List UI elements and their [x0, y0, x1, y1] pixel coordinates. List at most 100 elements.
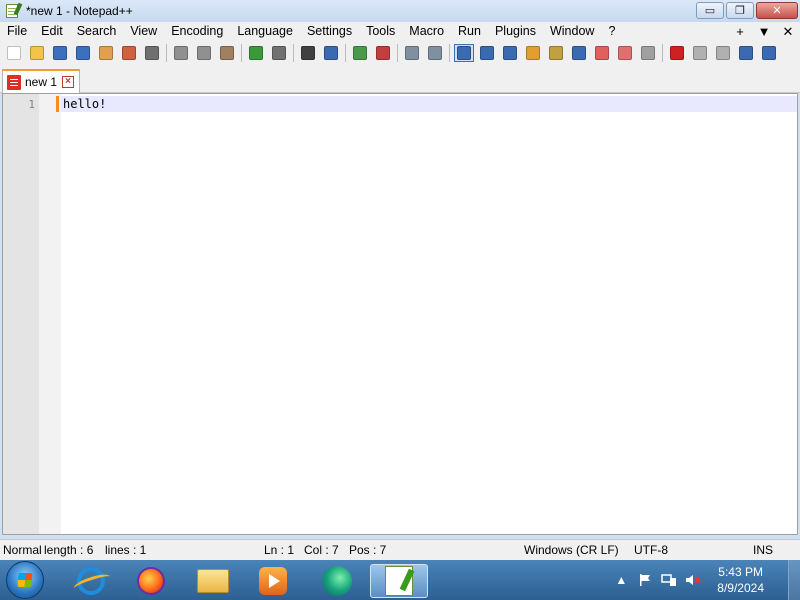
- redo-button[interactable]: [269, 44, 289, 62]
- open-file-icon: [30, 46, 44, 60]
- close-button[interactable]: ✕: [756, 2, 798, 19]
- zoom-in-button[interactable]: [350, 44, 370, 62]
- stop-macro-button[interactable]: [690, 44, 710, 62]
- clock-date: 8/9/2024: [717, 581, 764, 595]
- close-document-button[interactable]: ✕: [776, 22, 800, 41]
- taskbar-edge[interactable]: [308, 564, 366, 598]
- sync-vertical-icon: [405, 46, 419, 60]
- menu-window[interactable]: Window: [543, 22, 601, 41]
- sync-horizontal-button[interactable]: [425, 44, 445, 62]
- monitoring-button[interactable]: [638, 44, 658, 62]
- taskbar-firefox[interactable]: [122, 564, 180, 598]
- save-macro-button[interactable]: [759, 44, 779, 62]
- save-button[interactable]: [50, 44, 70, 62]
- run-macro-multiple-button[interactable]: [736, 44, 756, 62]
- taskbar-file-explorer[interactable]: [184, 564, 242, 598]
- zoom-in-icon: [353, 46, 367, 60]
- new-file-button[interactable]: [4, 44, 24, 62]
- save-macro-icon: [762, 46, 776, 60]
- menu-edit[interactable]: Edit: [34, 22, 70, 41]
- firefox-icon: [137, 567, 165, 595]
- status-encoding[interactable]: UTF-8: [634, 543, 668, 557]
- network-icon[interactable]: [661, 572, 677, 588]
- tab-bar: new 1 ×: [0, 65, 800, 93]
- open-file-button[interactable]: [27, 44, 47, 62]
- minimize-button[interactable]: ▭: [696, 2, 724, 19]
- tab-close-icon[interactable]: ×: [62, 76, 74, 88]
- editor-area[interactable]: 1 hello!: [2, 93, 798, 535]
- doc-list-button[interactable]: [615, 44, 635, 62]
- show-hidden-icons-icon[interactable]: ▲: [613, 572, 629, 588]
- menu-macro[interactable]: Macro: [402, 22, 451, 41]
- volume-muted-icon[interactable]: [685, 572, 702, 588]
- menu-help[interactable]: ?: [601, 22, 622, 41]
- internet-explorer-icon: [77, 567, 105, 595]
- folder-workspace-icon: [595, 46, 609, 60]
- folder-workspace-button[interactable]: [592, 44, 612, 62]
- restore-button[interactable]: ❐: [726, 2, 754, 19]
- doc-map-button[interactable]: [546, 44, 566, 62]
- menu-run[interactable]: Run: [451, 22, 488, 41]
- tab-new-1[interactable]: new 1 ×: [2, 69, 80, 93]
- show-all-chars-icon: [480, 46, 494, 60]
- paste-button[interactable]: [217, 44, 237, 62]
- menu-settings[interactable]: Settings: [300, 22, 359, 41]
- menu-file[interactable]: File: [0, 22, 34, 41]
- status-insert-mode[interactable]: INS: [753, 543, 773, 557]
- start-button[interactable]: [6, 561, 44, 599]
- indent-guide-button[interactable]: [500, 44, 520, 62]
- sync-horizontal-icon: [428, 46, 442, 60]
- add-new-tab-button[interactable]: +: [728, 22, 752, 41]
- undo-button[interactable]: [246, 44, 266, 62]
- taskbar-notepad-plus-plus[interactable]: [370, 564, 428, 598]
- function-list-button[interactable]: [569, 44, 589, 62]
- taskbar-media-player[interactable]: [244, 564, 302, 598]
- menu-bar: File Edit Search View Encoding Language …: [0, 22, 800, 41]
- status-position: Pos : 7: [349, 543, 387, 557]
- current-line-highlight: [61, 96, 797, 112]
- copy-button[interactable]: [194, 44, 214, 62]
- play-macro-button[interactable]: [713, 44, 733, 62]
- sync-vertical-button[interactable]: [402, 44, 422, 62]
- save-all-button[interactable]: [73, 44, 93, 62]
- window-title: *new 1 - Notepad++: [26, 4, 133, 18]
- toolbar: [0, 41, 800, 65]
- close-all-button[interactable]: [119, 44, 139, 62]
- record-macro-button[interactable]: [667, 44, 687, 62]
- line-number-gutter: 1: [3, 94, 39, 534]
- save-icon: [53, 46, 67, 60]
- media-player-icon: [259, 567, 287, 595]
- print-button[interactable]: [142, 44, 162, 62]
- status-eol[interactable]: Windows (CR LF): [524, 543, 619, 557]
- folder-icon: [197, 569, 229, 593]
- action-center-flag-icon[interactable]: [637, 572, 653, 588]
- menu-plugins[interactable]: Plugins: [488, 22, 543, 41]
- toolbar-separator: [166, 44, 167, 62]
- udl-icon: [526, 46, 540, 60]
- close-button[interactable]: [96, 44, 116, 62]
- menu-right-controls: + ▼ ✕: [728, 22, 800, 41]
- menu-view[interactable]: View: [123, 22, 164, 41]
- close-all-icon: [122, 46, 136, 60]
- menu-tools[interactable]: Tools: [359, 22, 402, 41]
- clock-time: 5:43 PM: [718, 565, 763, 579]
- code-line[interactable]: hello!: [63, 97, 106, 111]
- fold-margin[interactable]: [39, 94, 61, 534]
- close-icon: [99, 46, 113, 60]
- cut-button[interactable]: [171, 44, 191, 62]
- zoom-out-button[interactable]: [373, 44, 393, 62]
- word-wrap-button[interactable]: [454, 44, 474, 62]
- udl-button[interactable]: [523, 44, 543, 62]
- find-button[interactable]: [298, 44, 318, 62]
- menu-encoding[interactable]: Encoding: [164, 22, 230, 41]
- menu-language[interactable]: Language: [230, 22, 300, 41]
- notepad-plus-plus-icon[interactable]: [4, 2, 23, 19]
- show-desktop-button[interactable]: [788, 560, 800, 600]
- replace-button[interactable]: [321, 44, 341, 62]
- run-macro-multiple-icon: [739, 46, 753, 60]
- tab-list-dropdown-button[interactable]: ▼: [752, 22, 776, 41]
- show-all-chars-button[interactable]: [477, 44, 497, 62]
- clock[interactable]: 5:43 PM 8/9/2024: [717, 564, 764, 596]
- taskbar-internet-explorer[interactable]: [62, 564, 120, 598]
- menu-search[interactable]: Search: [70, 22, 124, 41]
